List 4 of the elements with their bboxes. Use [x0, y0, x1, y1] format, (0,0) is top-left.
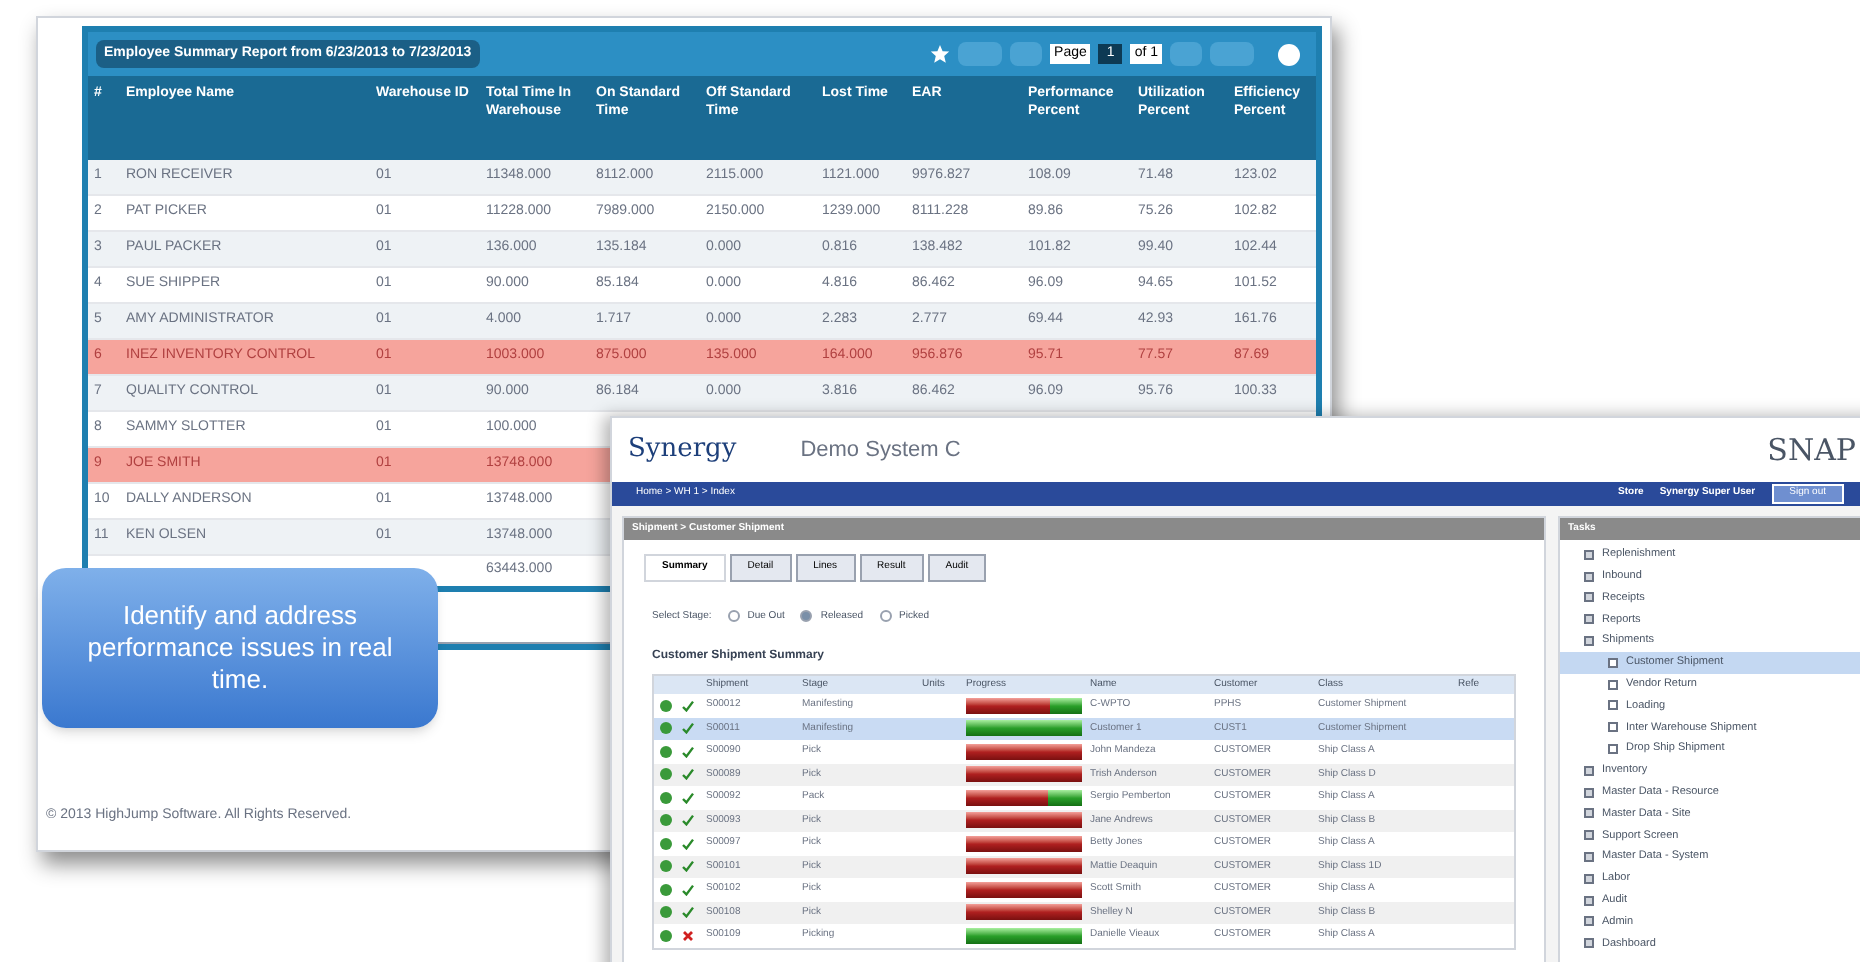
system-name: Demo System C: [800, 435, 961, 466]
synergy-logo: Synergy: [628, 432, 737, 469]
callout-text: Identify and address performance issues in real time.: [85, 600, 395, 696]
brand-logo: SNAP: [1767, 429, 1856, 472]
